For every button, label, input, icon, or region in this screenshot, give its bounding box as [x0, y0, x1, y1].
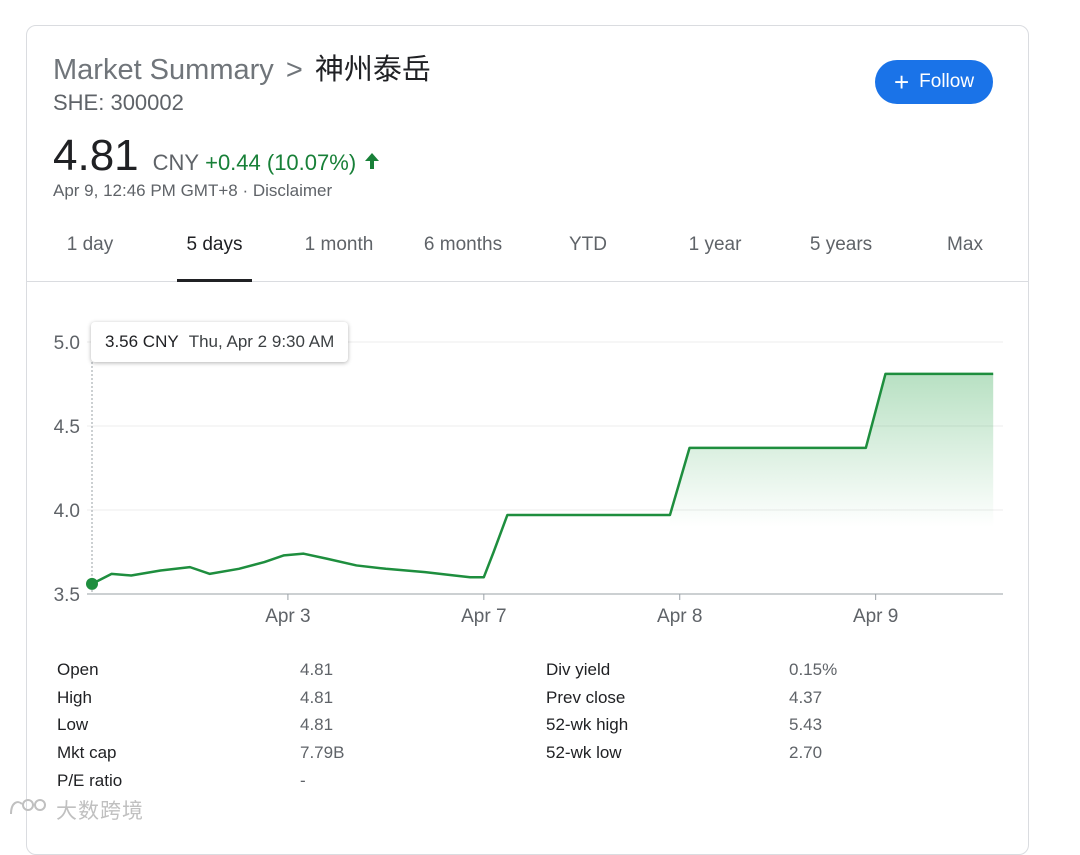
- tooltip-time: Thu, Apr 2 9:30 AM: [188, 332, 335, 351]
- stat-label: Open: [57, 660, 99, 679]
- chart-tooltip: 3.56 CNY Thu, Apr 2 9:30 AM: [91, 322, 349, 362]
- tab-5-days[interactable]: 5 days: [177, 221, 252, 282]
- stat-label: Div yield: [546, 660, 611, 679]
- current-price: 4.81: [53, 131, 139, 180]
- stat-value: 2.70: [789, 743, 823, 762]
- stat-label: Mkt cap: [57, 743, 117, 762]
- tab-1-day[interactable]: 1 day: [53, 221, 127, 281]
- tab-label: 1 month: [304, 234, 374, 255]
- follow-button[interactable]: + Follow: [875, 60, 993, 104]
- stat-label: High: [57, 688, 92, 707]
- tab-6-months[interactable]: 6 months: [417, 221, 509, 281]
- tab-label: 5 years: [809, 234, 873, 255]
- price-change: +0.44 (10.07%): [205, 150, 357, 175]
- stat-label: 52-wk low: [546, 743, 622, 762]
- breadcrumb-separator: >: [285, 54, 303, 86]
- watermark-text: 大数跨境: [56, 800, 144, 823]
- stat-value: 4.81: [300, 715, 334, 734]
- stat-value: 4.37: [789, 688, 823, 707]
- stat-value: -: [300, 771, 306, 790]
- tab-label: Max: [947, 234, 983, 255]
- stat-value: 4.81: [300, 688, 334, 707]
- tab-1-month[interactable]: 1 month: [297, 221, 381, 281]
- stat-value: 4.81: [300, 660, 334, 679]
- tab-label: 5 days: [186, 234, 243, 255]
- stat-value: 0.15%: [789, 660, 838, 679]
- stat-label: P/E ratio: [57, 771, 123, 790]
- tab-5-years[interactable]: 5 years: [803, 221, 879, 281]
- watermark: 大数跨境: [8, 795, 144, 825]
- timestamp-text[interactable]: Apr 9, 12:46 PM GMT+8 · Disclaimer: [53, 181, 332, 200]
- tab-max[interactable]: Max: [941, 221, 989, 281]
- price-row: 4.81 CNY +0.44 (10.07%): [53, 130, 380, 182]
- stat-value: 5.43: [789, 715, 823, 734]
- tab-label: 1 day: [66, 234, 114, 255]
- stat-label: Prev close: [546, 688, 626, 707]
- market-summary-card: Market Summary > 神州泰岳 SHE: 300002 + Foll…: [26, 25, 1029, 855]
- watermark-logo-icon: [8, 796, 52, 824]
- company-name: 神州泰岳: [314, 54, 431, 86]
- tooltip-price: 3.56 CNY: [105, 332, 179, 351]
- range-tabs: 1 day 5 days 1 month 6 months YTD 1 year…: [27, 221, 1028, 282]
- tab-label: YTD: [569, 234, 607, 255]
- stat-label: 52-wk high: [546, 715, 629, 734]
- stat-value: 7.79B: [300, 743, 345, 762]
- tab-label: 6 months: [423, 234, 503, 255]
- tab-ytd[interactable]: YTD: [562, 221, 614, 281]
- arrow-up-icon: [364, 152, 380, 175]
- currency-code: CNY: [152, 150, 200, 175]
- stat-label: Low: [57, 715, 89, 734]
- ticker-symbol: SHE: 300002: [53, 90, 184, 115]
- breadcrumb-market-summary[interactable]: Market Summary: [53, 54, 274, 86]
- tab-label: 1 year: [688, 234, 742, 255]
- breadcrumb: Market Summary > 神州泰岳: [53, 52, 431, 88]
- plus-icon: +: [893, 67, 910, 97]
- quote-timestamp: Apr 9, 12:46 PM GMT+8 · Disclaimer: [53, 181, 332, 201]
- follow-label: Follow: [919, 71, 975, 92]
- tab-1-year[interactable]: 1 year: [681, 221, 749, 281]
